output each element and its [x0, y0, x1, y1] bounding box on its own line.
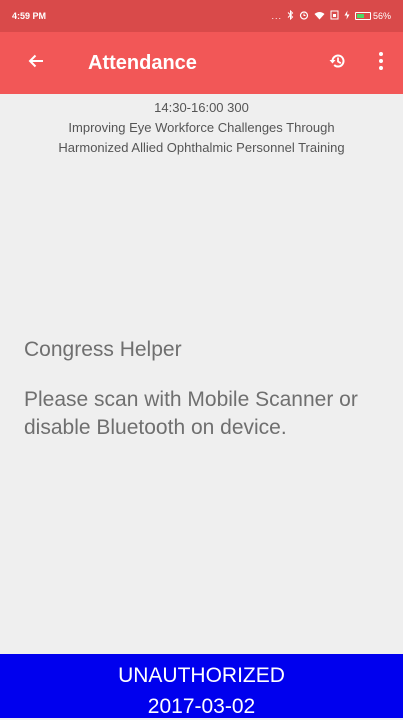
more-vertical-icon — [378, 51, 384, 76]
session-title-line-2: Harmonized Allied Ophthalmic Personnel T… — [58, 140, 345, 155]
helper-name: Congress Helper — [24, 338, 182, 361]
status-bar: 4:59 PM ... 56% — [0, 0, 403, 32]
history-button[interactable] — [322, 47, 354, 79]
battery-indicator: 56% — [354, 11, 391, 21]
charging-icon — [344, 10, 350, 22]
app-toolbar: Attendance — [0, 32, 403, 94]
session-info: 14:30-16:00 300 Improving Eye Workforce … — [0, 98, 403, 158]
alarm-icon — [299, 10, 309, 22]
status-icons: ... 56% — [271, 9, 391, 22]
battery-icon — [354, 12, 371, 20]
footer-date: 2017-03-02 — [147, 695, 256, 718]
bluetooth-icon — [287, 9, 294, 22]
scan-instruction: Please scan with Mobile Scanner or disab… — [24, 388, 358, 439]
authorization-status: UNAUTHORIZED — [118, 664, 285, 687]
page-title: Attendance — [88, 52, 197, 74]
more-options-button[interactable] — [366, 47, 396, 79]
session-title-line-1: Improving Eye Workforce Challenges Throu… — [68, 120, 335, 135]
battery-text: 56% — [372, 11, 391, 21]
status-time: 4:59 PM — [12, 11, 47, 21]
wifi-icon — [314, 11, 325, 22]
scanner-message: Congress Helper Please scan with Mobile … — [24, 336, 384, 442]
session-time-room: 14:30-16:00 300 — [154, 100, 249, 115]
authorization-footer: UNAUTHORIZED 2017-03-02 — [0, 654, 403, 718]
back-button[interactable] — [20, 47, 52, 79]
sim-icon — [330, 10, 339, 22]
history-icon — [328, 51, 348, 76]
signal-dots: ... — [271, 11, 282, 21]
battery-fill — [356, 14, 364, 18]
arrow-left-icon — [27, 52, 45, 75]
